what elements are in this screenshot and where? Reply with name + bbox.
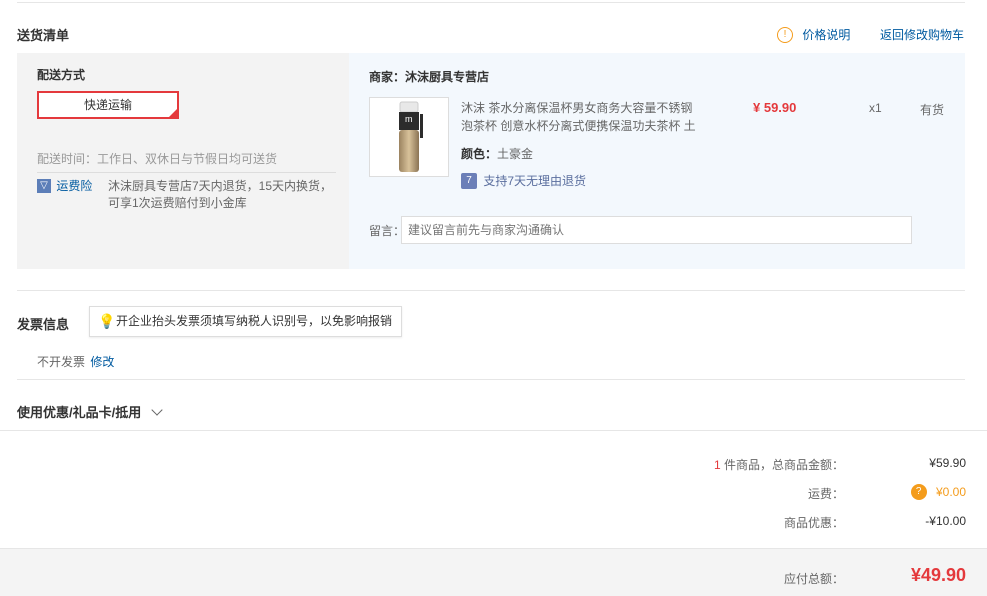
summary-divider	[0, 430, 987, 431]
invoice-edit-link[interactable]: 修改	[90, 355, 114, 369]
invoice-title: 发票信息	[17, 317, 70, 332]
product-logo: m	[405, 114, 413, 124]
return-icon: 7	[461, 172, 477, 189]
shipping-method-label: 快递运输	[83, 98, 132, 112]
thermos-icon	[399, 101, 423, 172]
note-input[interactable]	[401, 216, 912, 244]
discount-label: 商品优惠：	[783, 516, 844, 530]
shipping-fee-label: 运费：	[807, 487, 844, 501]
shipping-method-title: 配送方式	[37, 68, 86, 82]
back-to-cart-link[interactable]: 返回修改购物车	[880, 26, 964, 43]
product-name-line-2[interactable]: 泡茶杯 创意水杯分离式便携保温功夫茶杯 土	[461, 117, 696, 134]
discount-title: 使用优惠/礼品卡/抵用	[17, 405, 142, 420]
delivery-time-label: 配送时间：	[37, 152, 98, 166]
shield-icon: ▽	[37, 178, 51, 193]
invoice-divider	[17, 290, 965, 291]
note-label: 留言：	[369, 224, 406, 238]
discount-toggle[interactable]: 使用优惠/礼品卡/抵用	[17, 402, 163, 421]
shipping-fee-value: ¥0.00	[935, 485, 966, 499]
price-note-link[interactable]: ! 价格说明	[777, 26, 850, 44]
goods-count-suffix: 件商品，总商品金额：	[723, 458, 844, 472]
payable-amount: ¥49.90	[910, 565, 966, 585]
chevron-down-icon	[150, 404, 163, 416]
product-stock: 有货	[920, 103, 945, 117]
insurance-desc-2: 可享1次运费赔付到小金库	[108, 196, 247, 210]
shipping-fee: ? ¥0.00	[910, 484, 966, 500]
product-color-label: 颜色：	[461, 147, 498, 161]
return-policy-label: 支持7天无理由退货	[483, 174, 587, 188]
goods-total: ¥59.90	[929, 456, 966, 470]
discount-divider	[17, 379, 965, 380]
price-note-label: 价格说明	[802, 28, 851, 42]
product-price: ¥ 59.90	[753, 100, 797, 115]
section-title: 送货清单	[17, 28, 70, 43]
discount-value: -¥10.00	[925, 514, 966, 528]
vendor-name: 商家：沐沫厨具专营店	[369, 70, 490, 84]
invoice-tip-text: 开企业抬头发票须填写纳税人识别号，以免影响报销	[116, 314, 393, 328]
shipping-method-button[interactable]: 快递运输	[37, 91, 179, 119]
shipping-divider	[37, 172, 336, 173]
insurance-tag[interactable]: ▽ 运费险	[37, 177, 92, 194]
delivery-time: 配送时间：工作日、双休日与节假日均可送货	[37, 150, 277, 167]
top-divider	[17, 2, 965, 3]
selected-corner-icon	[167, 107, 179, 119]
info-icon: !	[777, 26, 793, 43]
lightbulb-icon: 💡	[98, 313, 116, 329]
invoice-tip: 💡 开企业抬头发票须填写纳税人识别号，以免影响报销	[89, 306, 402, 337]
delivery-time-value: 工作日、双休日与节假日均可送货	[97, 152, 278, 166]
return-policy: 7 支持7天无理由退货	[461, 172, 586, 189]
payable-label: 应付总额：	[783, 572, 844, 586]
invoice-status: 不开发票 修改	[37, 353, 114, 370]
goods-count: 1	[713, 458, 721, 472]
product-name-line-1[interactable]: 沐沫 茶水分离保温杯男女商务大容量不锈钢	[461, 99, 692, 116]
goods-count-line: 1 件商品，总商品金额：	[714, 456, 844, 473]
product-color: 颜色：土豪金	[461, 145, 533, 162]
product-quantity: x1	[869, 101, 882, 115]
product-image[interactable]: m	[369, 97, 449, 177]
insurance-label: 运费险	[56, 179, 93, 193]
question-icon[interactable]: ?	[910, 484, 927, 500]
insurance-desc-1: 沐沫厨具专营店7天内退货，15天内换货，	[108, 179, 333, 193]
product-color-value: 土豪金	[497, 147, 534, 161]
invoice-status-label: 不开发票	[37, 355, 86, 369]
